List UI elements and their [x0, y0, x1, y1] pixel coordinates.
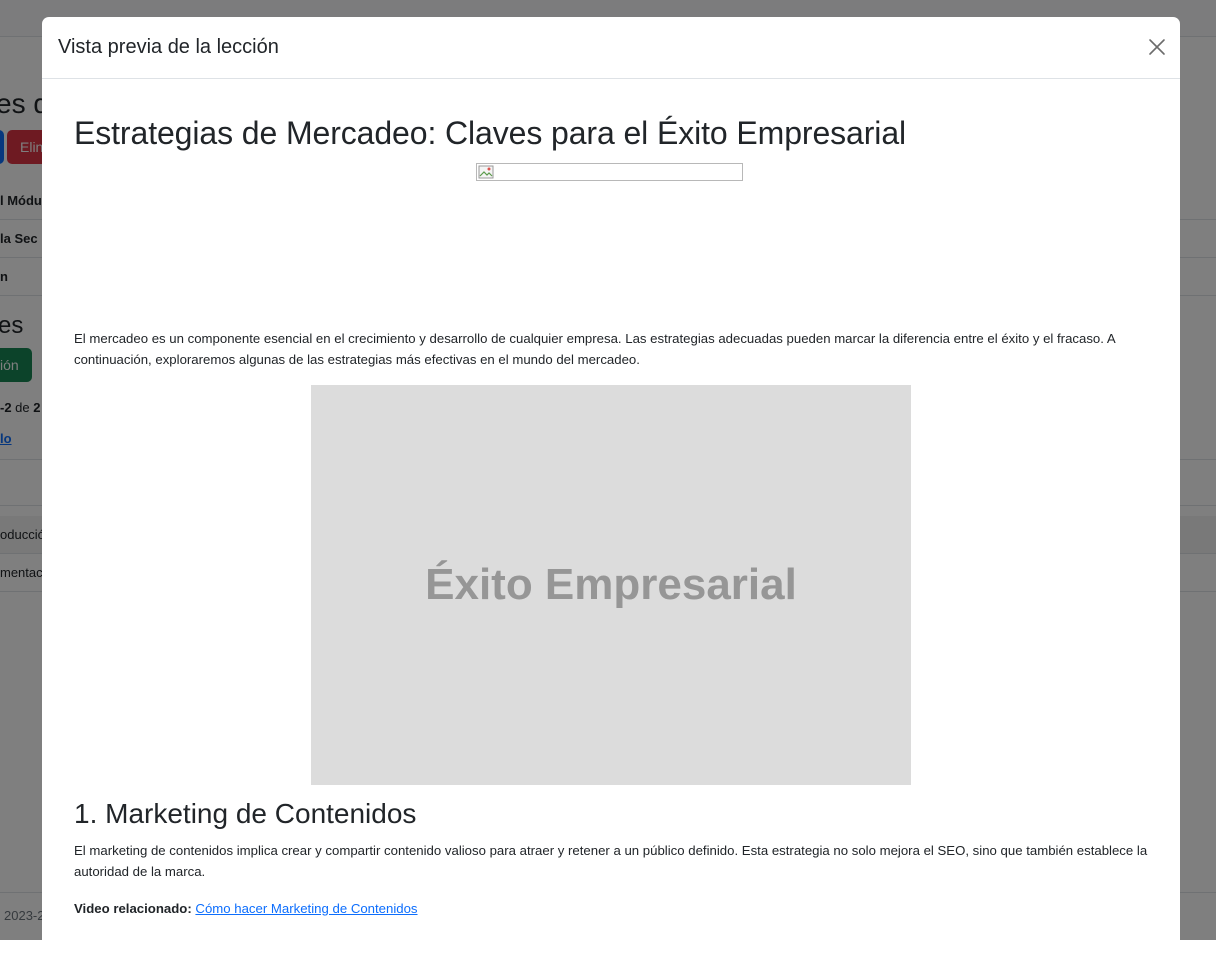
hero-image-text: Éxito Empresarial: [425, 560, 797, 609]
broken-image: [476, 163, 743, 181]
related-video-line: Video relacionado: Cómo hacer Marketing …: [74, 898, 418, 919]
related-video-label: Video relacionado:: [74, 901, 192, 916]
hero-image-placeholder: Éxito Empresarial: [311, 385, 911, 785]
modal-header: Vista previa de la lección: [42, 17, 1180, 79]
lesson-intro-paragraph: El mercadeo es un componente esencial en…: [74, 331, 1115, 367]
close-button[interactable]: [1148, 38, 1166, 56]
lesson-title: Estrategias de Mercadeo: Claves para el …: [74, 115, 907, 151]
modal-title: Vista previa de la lección: [58, 36, 279, 58]
lesson-preview-modal: Vista previa de la lección Estrategias d…: [42, 17, 1180, 957]
section-heading: 1. Marketing de Contenidos: [74, 798, 417, 829]
close-icon: [1149, 39, 1165, 55]
related-video-link[interactable]: Cómo hacer Marketing de Contenidos: [195, 901, 417, 916]
section-paragraph: El marketing de contenidos implica crear…: [74, 843, 1148, 879]
broken-image-icon: [478, 165, 494, 179]
